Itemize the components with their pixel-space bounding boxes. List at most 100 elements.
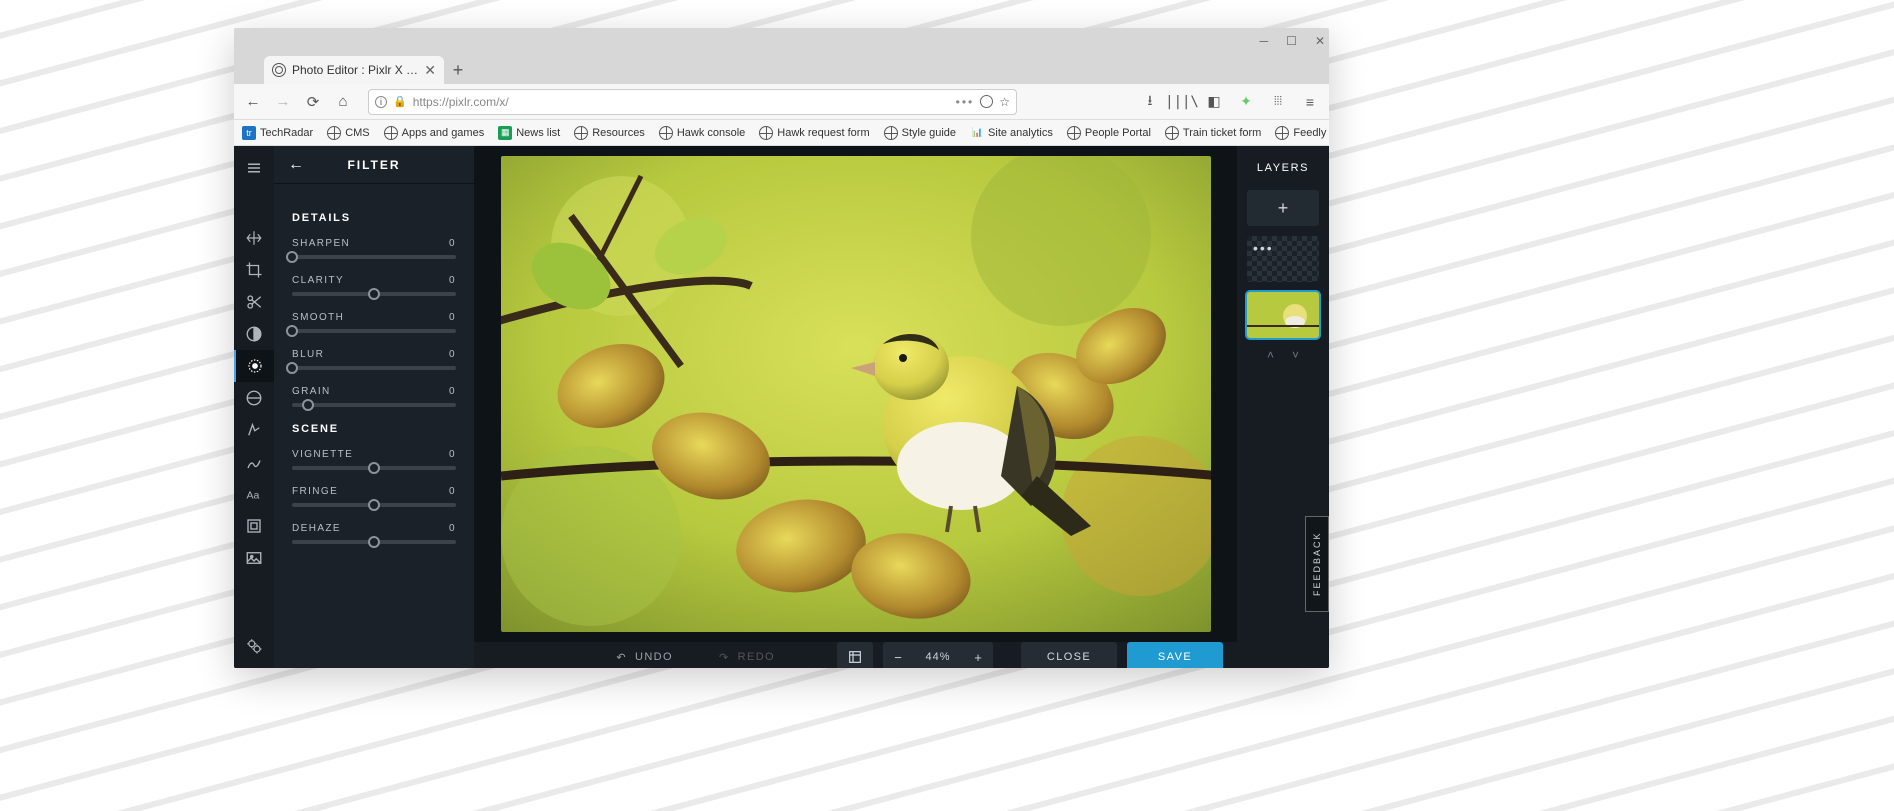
slider-track[interactable] xyxy=(292,466,456,470)
slider-fringe: FRINGE0 xyxy=(292,486,456,507)
minimize-button[interactable]: ─ xyxy=(1260,34,1269,48)
bookmark-item[interactable]: 📊Site analytics xyxy=(970,126,1053,140)
close-button[interactable]: CLOSE xyxy=(1021,642,1117,668)
bookmark-item[interactable]: Resources xyxy=(574,126,645,140)
slider-value: 0 xyxy=(449,386,456,397)
slider-track[interactable] xyxy=(292,292,456,296)
back-button[interactable]: ← xyxy=(240,89,266,115)
bookmark-item[interactable]: Hawk request form xyxy=(759,126,869,140)
maximize-button[interactable]: ☐ xyxy=(1286,34,1297,48)
tab-title: Photo Editor : Pixlr X - free im… xyxy=(292,63,418,77)
browser-tab[interactable]: Photo Editor : Pixlr X - free im… ✕ xyxy=(264,56,444,84)
home-button[interactable]: ⌂ xyxy=(330,89,356,115)
slider-thumb[interactable] xyxy=(368,462,380,474)
menu-hamburger-icon[interactable]: ≡ xyxy=(1301,93,1319,111)
bookmark-favicon xyxy=(659,126,673,140)
layer-menu-icon[interactable]: ••• xyxy=(1253,240,1274,256)
crop-icon[interactable] xyxy=(234,254,274,286)
undo-button[interactable]: ↶ UNDO xyxy=(598,642,691,668)
slider-dehaze: DEHAZE0 xyxy=(292,523,456,544)
slider-track[interactable] xyxy=(292,366,456,370)
redo-button[interactable]: ↷ REDO xyxy=(701,642,793,668)
layer-nav: ˄ ˅ xyxy=(1267,348,1299,362)
slider-thumb[interactable] xyxy=(368,536,380,548)
slider-track[interactable] xyxy=(292,329,456,333)
layer-thumb-empty[interactable]: ••• xyxy=(1247,236,1319,282)
slider-label: BLUR xyxy=(292,349,324,360)
feedback-tab[interactable]: FEEDBACK xyxy=(1305,516,1329,612)
extension2-icon[interactable]: ⦙⦙⦙ xyxy=(1269,93,1287,111)
cutout-icon[interactable] xyxy=(234,286,274,318)
bookmark-item[interactable]: Style guide xyxy=(884,126,956,140)
slider-value: 0 xyxy=(449,238,456,249)
close-window-button[interactable]: ✕ xyxy=(1315,34,1325,48)
bookmark-favicon xyxy=(1067,126,1081,140)
bookmark-item[interactable]: ▦News list xyxy=(498,126,560,140)
fit-screen-button[interactable] xyxy=(837,642,873,668)
page-actions-icon[interactable]: ••• xyxy=(956,95,975,109)
bookmark-item[interactable]: Hawk console xyxy=(659,126,745,140)
draw-icon[interactable] xyxy=(234,446,274,478)
layers-title: LAYERS xyxy=(1257,154,1309,182)
reload-button[interactable]: ⟳ xyxy=(300,89,326,115)
tab-close-icon[interactable]: ✕ xyxy=(424,62,436,79)
add-layer-button[interactable]: + xyxy=(1247,190,1319,226)
bookmark-item[interactable]: trTechRadar xyxy=(242,126,313,140)
slider-label: SMOOTH xyxy=(292,312,344,323)
bookmark-star-icon[interactable]: ☆ xyxy=(999,95,1010,109)
tool-sidebar: Aa xyxy=(234,146,274,668)
bookmark-label: Train ticket form xyxy=(1183,127,1261,139)
slider-thumb[interactable] xyxy=(286,362,298,374)
bookmark-item[interactable]: CMS xyxy=(327,126,369,140)
bookmark-label: Hawk console xyxy=(677,127,745,139)
canvas-viewport[interactable] xyxy=(474,146,1237,642)
slider-thumb[interactable] xyxy=(286,251,298,263)
slider-track[interactable] xyxy=(292,503,456,507)
bookmark-favicon xyxy=(1275,126,1289,140)
liquify-icon[interactable] xyxy=(234,414,274,446)
effect-icon[interactable] xyxy=(234,382,274,414)
bookmark-item[interactable]: Apps and games xyxy=(384,126,485,140)
photo-canvas[interactable] xyxy=(501,156,1211,632)
section-title: SCENE xyxy=(292,423,456,435)
menu-icon[interactable] xyxy=(234,152,274,184)
slider-thumb[interactable] xyxy=(302,399,314,411)
url-bar[interactable]: i 🔒 https://pixlr.com/x/ ••• ☆ xyxy=(368,89,1017,115)
settings-icon[interactable] xyxy=(234,630,274,662)
layer-down-icon[interactable]: ˅ xyxy=(1292,348,1299,362)
bookmark-item[interactable]: Feedly xyxy=(1275,126,1326,140)
image-icon[interactable] xyxy=(234,542,274,574)
bookmark-label: Style guide xyxy=(902,127,956,139)
slider-track[interactable] xyxy=(292,403,456,407)
text-icon[interactable]: Aa xyxy=(234,478,274,510)
forward-button[interactable]: → xyxy=(270,89,296,115)
downloads-icon[interactable]: ⭳ xyxy=(1141,93,1159,111)
element-icon[interactable] xyxy=(234,510,274,542)
adjust-icon[interactable] xyxy=(234,318,274,350)
save-button[interactable]: SAVE xyxy=(1127,642,1223,668)
filter-icon[interactable] xyxy=(234,350,274,382)
zoom-in-button[interactable]: + xyxy=(963,650,993,665)
bookmark-item[interactable]: People Portal xyxy=(1067,126,1151,140)
arrange-icon[interactable] xyxy=(234,222,274,254)
slider-sharpen: SHARPEN0 xyxy=(292,238,456,259)
reader-icon[interactable] xyxy=(980,95,993,108)
panel-back-icon[interactable]: ← xyxy=(288,156,304,174)
slider-grain: GRAIN0 xyxy=(292,386,456,407)
new-tab-button[interactable]: + xyxy=(444,56,472,84)
slider-thumb[interactable] xyxy=(368,499,380,511)
slider-thumb[interactable] xyxy=(368,288,380,300)
slider-thumb[interactable] xyxy=(286,325,298,337)
bookmark-item[interactable]: Train ticket form xyxy=(1165,126,1261,140)
panel-body[interactable]: DETAILSSHARPEN0CLARITY0SMOOTH0BLUR0GRAIN… xyxy=(274,184,474,668)
url-text: https://pixlr.com/x/ xyxy=(413,95,950,109)
layer-thumb-image[interactable] xyxy=(1247,292,1319,338)
library-icon[interactable]: |||\ xyxy=(1173,93,1191,111)
zoom-value: 44% xyxy=(913,651,963,663)
slider-track[interactable] xyxy=(292,255,456,259)
zoom-out-button[interactable]: − xyxy=(883,650,913,665)
slider-track[interactable] xyxy=(292,540,456,544)
layer-up-icon[interactable]: ˄ xyxy=(1267,348,1274,362)
extension-icon[interactable]: ✦ xyxy=(1237,93,1255,111)
sidebar-icon[interactable]: ◧ xyxy=(1205,93,1223,111)
